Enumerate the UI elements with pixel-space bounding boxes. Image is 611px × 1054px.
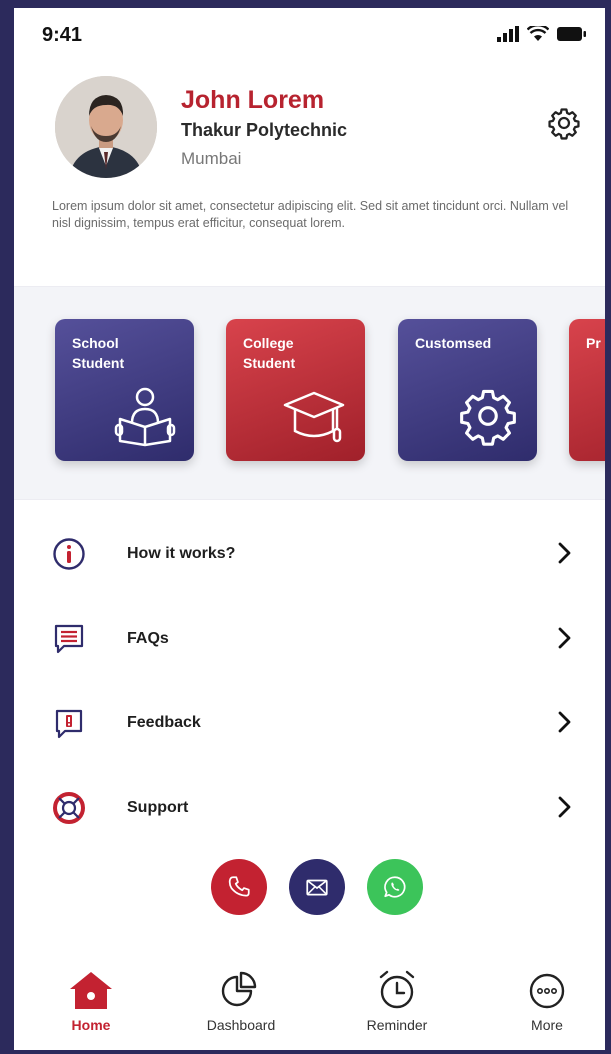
menu-item-faqs[interactable]: FAQs	[14, 608, 605, 668]
card-label: College Student	[243, 335, 296, 371]
graduation-cap-icon	[283, 391, 345, 443]
card-partial[interactable]: Pr	[569, 319, 605, 461]
wifi-icon	[527, 26, 549, 41]
menu-label: FAQs	[127, 630, 169, 647]
avatar[interactable]	[55, 76, 157, 178]
nav-label: Reminder	[366, 1017, 428, 1033]
settings-button[interactable]	[547, 106, 581, 140]
card-school-student[interactable]: School Student	[55, 319, 194, 461]
menu-label: How it works?	[127, 545, 236, 562]
gear-icon	[548, 108, 580, 140]
email-button[interactable]	[289, 859, 345, 915]
nav-label: More	[531, 1017, 563, 1033]
gear-icon	[460, 389, 516, 446]
menu-item-support[interactable]: Support	[14, 777, 605, 837]
nav-dashboard[interactable]: Dashboard	[186, 963, 296, 1033]
call-button[interactable]	[211, 859, 267, 915]
chevron-right-icon	[558, 711, 571, 733]
feedback-icon	[55, 709, 83, 739]
avatar-photo	[55, 76, 157, 178]
chevron-right-icon	[558, 627, 571, 649]
category-cards-strip[interactable]: School Student College Student Customsed	[14, 286, 605, 500]
phone-icon	[228, 876, 250, 897]
mail-icon	[306, 879, 328, 896]
home-icon	[70, 972, 112, 1009]
nav-more[interactable]: More	[492, 963, 602, 1033]
profile-city: Mumbai	[181, 149, 242, 168]
menu-item-how-it-works[interactable]: How it works?	[14, 523, 605, 583]
card-label: School Student	[72, 335, 125, 371]
bottom-nav: Home Dashboard Reminder More	[14, 963, 605, 1050]
signal-icon	[497, 26, 519, 42]
chevron-right-icon	[558, 542, 571, 564]
card-label: Customsed	[415, 335, 492, 351]
profile-bio: Lorem ipsum dolor sit amet, consectetur …	[52, 199, 569, 230]
battery-icon	[557, 27, 586, 41]
nav-home[interactable]: Home	[36, 963, 146, 1033]
chat-list-icon	[54, 624, 84, 654]
menu-label: Feedback	[127, 714, 201, 731]
whatsapp-button[interactable]	[367, 859, 423, 915]
chevron-right-icon	[558, 796, 571, 818]
status-time: 9:41	[42, 24, 83, 46]
card-customised[interactable]: Customsed	[398, 319, 537, 461]
menu-item-feedback[interactable]: Feedback	[14, 692, 605, 752]
card-label: Pr	[586, 335, 601, 351]
status-icons	[497, 26, 587, 42]
profile-college: Thakur Polytechnic	[181, 120, 348, 140]
menu-label: Support	[127, 799, 189, 816]
pie-chart-icon	[221, 971, 257, 1007]
whatsapp-icon	[384, 876, 406, 898]
phone-screen: 9:41 John Lorem Thakur Polytechnic Mumba…	[0, 0, 611, 1054]
nav-reminder[interactable]: Reminder	[342, 963, 452, 1033]
nav-label: Dashboard	[206, 1017, 276, 1033]
alarm-clock-icon	[379, 970, 415, 1009]
status-bar: 9:41	[14, 8, 605, 64]
reading-student-icon	[114, 387, 176, 447]
lifebuoy-icon	[53, 792, 85, 824]
info-icon	[53, 538, 85, 570]
nav-label: Home	[71, 1017, 111, 1033]
card-college-student[interactable]: College Student	[226, 319, 365, 461]
profile-name: John Lorem	[181, 86, 325, 114]
more-icon	[529, 973, 565, 1009]
